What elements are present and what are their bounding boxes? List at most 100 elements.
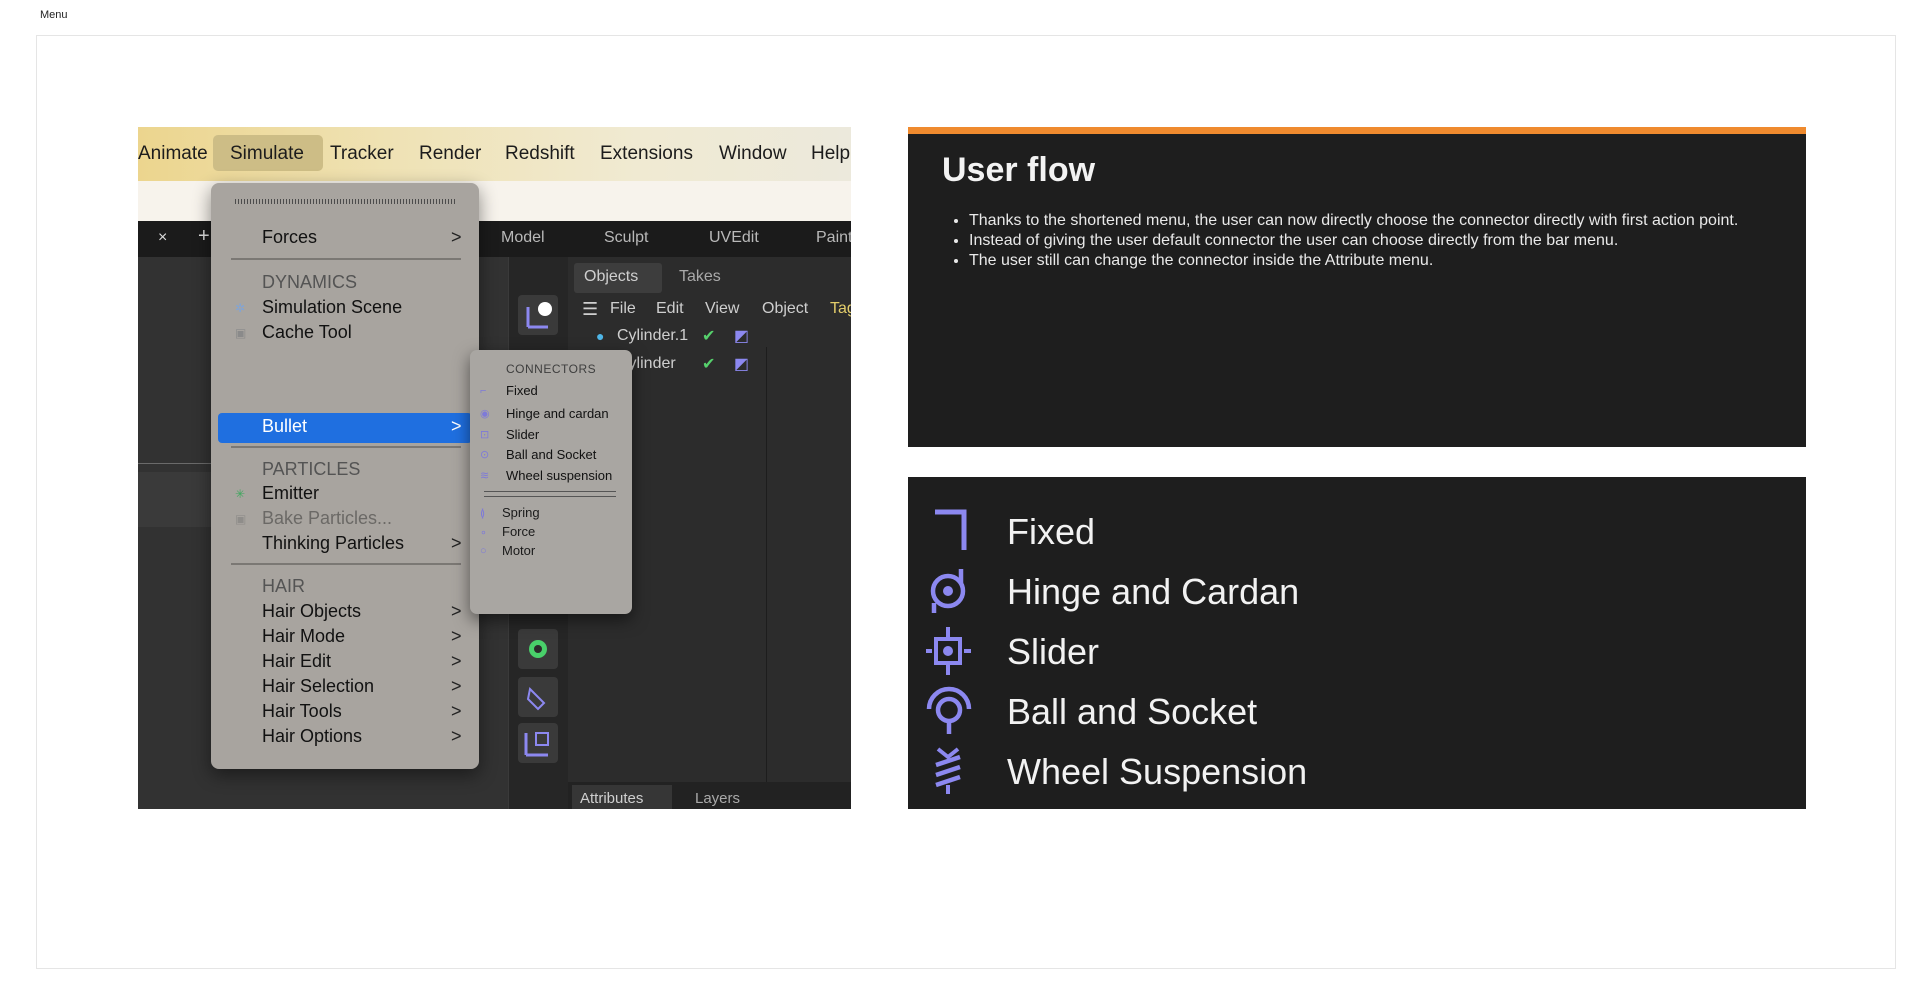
menu-item-cache-tool[interactable]: Cache Tool bbox=[262, 322, 352, 343]
menu-tracker[interactable]: Tracker bbox=[330, 143, 394, 165]
menu-item-hair-selection[interactable]: Hair Selection bbox=[262, 676, 374, 697]
menu-item-hair-tools[interactable]: Hair Tools bbox=[262, 701, 342, 722]
mode-uvedit[interactable]: UVEdit bbox=[709, 229, 759, 247]
tab-objects[interactable]: Objects bbox=[584, 268, 638, 286]
slider-icon bbox=[926, 627, 971, 675]
menu-window[interactable]: Window bbox=[719, 143, 787, 165]
menu-animate[interactable]: Animate bbox=[138, 143, 208, 165]
hamburger-menu-icon[interactable]: ☰ bbox=[582, 299, 598, 320]
om-menu-object[interactable]: Object bbox=[762, 300, 808, 318]
submenu-item-slider[interactable]: Slider bbox=[506, 427, 539, 442]
ball-socket-icon bbox=[926, 686, 972, 734]
menu-item-hair-options[interactable]: Hair Options bbox=[262, 726, 362, 747]
chevron-right-icon: > bbox=[451, 533, 462, 553]
mode-model[interactable]: Model bbox=[501, 229, 545, 247]
spring-icon: ≬ bbox=[480, 508, 486, 520]
section-header-dynamics: DYNAMICS bbox=[262, 272, 358, 292]
menu-item-thinking-particles[interactable]: Thinking Particles bbox=[262, 533, 404, 554]
cylinder-object-icon: ● bbox=[596, 328, 605, 344]
bullet-point: Instead of giving the user default conne… bbox=[969, 231, 1789, 251]
tab-attributes[interactable]: Attributes bbox=[580, 790, 643, 807]
mode-paint[interactable]: Paint bbox=[816, 229, 851, 247]
cache-tool-icon: ▣ bbox=[235, 326, 247, 340]
accent-bar bbox=[908, 127, 1806, 134]
legend-row-slider: Slider bbox=[908, 621, 1806, 677]
user-flow-bullets: Thanks to the shortened menu, the user c… bbox=[942, 211, 1789, 271]
tag-icon-2[interactable]: ◩ bbox=[734, 354, 749, 374]
chevron-right-icon: > bbox=[451, 676, 462, 696]
tool-cube-button[interactable] bbox=[518, 723, 558, 763]
legend-row-fixed: Fixed bbox=[908, 501, 1806, 557]
menu-help[interactable]: Help bbox=[811, 143, 850, 165]
submenu-header-connectors: CONNECTORS bbox=[506, 362, 597, 376]
object-row-cylinder1[interactable]: Cylinder.1 bbox=[617, 327, 688, 345]
fixed-icon: ⌐ bbox=[480, 385, 487, 397]
force-icon: ∘ bbox=[480, 527, 487, 539]
mode-sculpt[interactable]: Sculpt bbox=[604, 229, 648, 247]
menu-render[interactable]: Render bbox=[419, 143, 481, 165]
app-screenshot: Animate Simulate Tracker Render Redshift… bbox=[138, 127, 851, 809]
chevron-right-icon: > bbox=[451, 626, 462, 646]
submenu-item-ball-socket[interactable]: Ball and Socket bbox=[506, 447, 596, 462]
slider-icon: ⊡ bbox=[480, 429, 490, 441]
submenu-divider bbox=[484, 491, 616, 497]
bullet-point: Thanks to the shortened menu, the user c… bbox=[969, 211, 1789, 231]
om-menu-tags[interactable]: Tags bbox=[830, 300, 851, 318]
menu-divider bbox=[231, 258, 461, 260]
menu-divider bbox=[231, 563, 461, 565]
user-flow-title: User flow bbox=[942, 151, 1096, 189]
tag-icon[interactable]: ◩ bbox=[734, 326, 749, 346]
menu-item-bullet[interactable]: Bullet bbox=[262, 416, 307, 437]
om-menu-edit[interactable]: Edit bbox=[656, 300, 684, 318]
frame-label: Menu bbox=[40, 9, 68, 21]
menu-bar: Animate Simulate Tracker Render Redshift… bbox=[138, 127, 851, 182]
chevron-right-icon: > bbox=[451, 416, 462, 436]
simulate-dropdown: Forces > DYNAMICS ✲ Simulation Scene ▣ C… bbox=[211, 183, 479, 769]
tool-move-button[interactable] bbox=[518, 295, 558, 335]
menu-redshift[interactable]: Redshift bbox=[505, 143, 575, 165]
menu-item-emitter[interactable]: Emitter bbox=[262, 483, 319, 504]
bullet-highlight bbox=[218, 413, 472, 443]
visible-check-icon[interactable]: ✔ bbox=[702, 326, 715, 346]
om-menu-view[interactable]: View bbox=[705, 300, 739, 318]
chevron-right-icon: > bbox=[451, 726, 462, 746]
legend-label: Hinge and Cardan bbox=[1007, 571, 1300, 612]
add-tab-icon[interactable]: + bbox=[198, 225, 210, 248]
legend-row-ball-socket: Ball and Socket bbox=[908, 681, 1806, 737]
submenu-item-spring[interactable]: Spring bbox=[502, 505, 540, 520]
move-tool-icon bbox=[526, 302, 552, 329]
menu-extensions[interactable]: Extensions bbox=[600, 143, 693, 165]
visible-check-icon-2[interactable]: ✔ bbox=[702, 354, 715, 374]
tab-takes[interactable]: Takes bbox=[679, 268, 721, 286]
emitter-icon: ✳ bbox=[235, 487, 246, 501]
submenu-item-force[interactable]: Force bbox=[502, 524, 535, 539]
menu-item-simulation-scene[interactable]: Simulation Scene bbox=[262, 297, 402, 318]
tab-layers[interactable]: Layers bbox=[695, 790, 740, 807]
close-tab-icon[interactable]: × bbox=[158, 229, 167, 247]
chevron-right-icon: > bbox=[451, 651, 462, 671]
menu-item-forces[interactable]: Forces bbox=[262, 227, 317, 248]
submenu-item-hinge[interactable]: Hinge and cardan bbox=[506, 406, 609, 421]
menu-item-hair-mode[interactable]: Hair Mode bbox=[262, 626, 345, 647]
ball-socket-icon: ⊙ bbox=[480, 449, 490, 461]
om-menu-file[interactable]: File bbox=[610, 300, 636, 318]
menu-simulate[interactable]: Simulate bbox=[230, 143, 304, 165]
menu-item-bake-particles: Bake Particles... bbox=[262, 508, 393, 528]
menu-item-hair-edit[interactable]: Hair Edit bbox=[262, 651, 331, 672]
submenu-item-wheel-suspension[interactable]: Wheel suspension bbox=[506, 468, 612, 483]
wheel-suspension-icon bbox=[935, 747, 961, 794]
submenu-item-motor[interactable]: Motor bbox=[502, 543, 535, 558]
legend-label: Ball and Socket bbox=[1007, 691, 1258, 732]
simulation-scene-icon: ✲ bbox=[235, 301, 246, 315]
submenu-item-fixed[interactable]: Fixed bbox=[506, 383, 538, 398]
menu-item-hair-objects[interactable]: Hair Objects bbox=[262, 601, 361, 622]
motor-icon: ○ bbox=[480, 545, 487, 557]
section-header-hair: HAIR bbox=[262, 576, 306, 596]
chevron-right-icon: > bbox=[451, 227, 462, 247]
tool-generator-button[interactable] bbox=[518, 629, 558, 669]
viewport-band bbox=[138, 472, 218, 527]
menu-tearoff-grip[interactable] bbox=[235, 199, 455, 204]
chevron-right-icon: > bbox=[451, 601, 462, 621]
tool-deformer-button[interactable] bbox=[518, 677, 558, 717]
bullet-submenu: CONNECTORS ⌐ Fixed ◉ Hinge and cardan ⊡ … bbox=[470, 350, 632, 614]
